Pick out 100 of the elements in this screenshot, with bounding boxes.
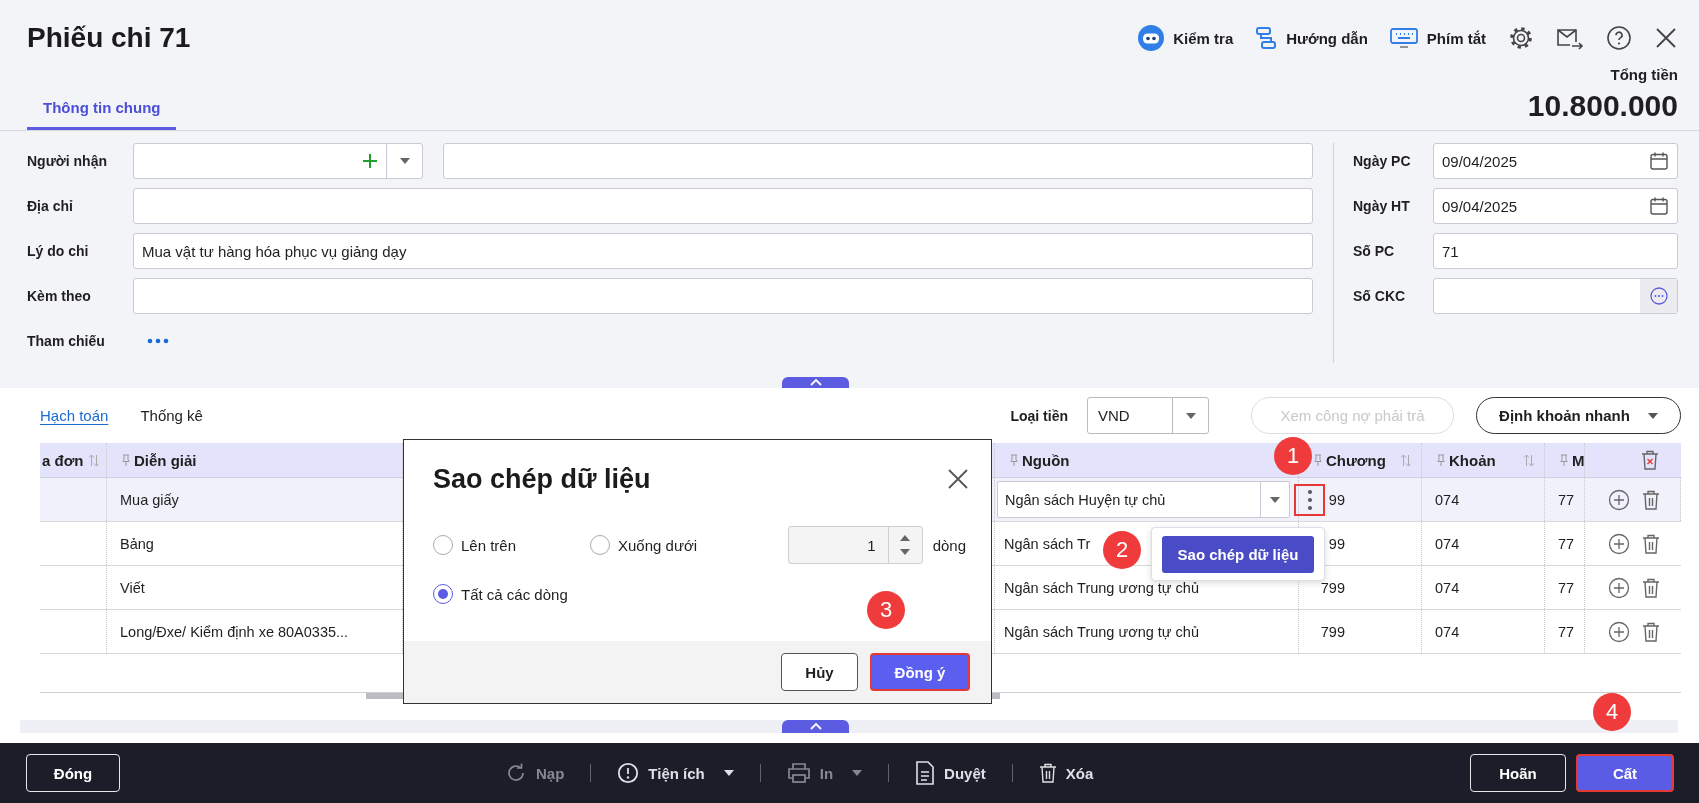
- table-cell-text: 799: [1319, 579, 1345, 596]
- table-cell: 074: [1435, 535, 1460, 552]
- caret-icon[interactable]: [723, 770, 734, 776]
- field-label: Ngày HT: [1353, 198, 1411, 214]
- postpone-button[interactable]: Hoãn: [1470, 754, 1566, 792]
- more-circle-icon[interactable]: [1648, 286, 1669, 306]
- table-cell: 77: [1558, 579, 1575, 596]
- cancel-button[interactable]: Hủy: [781, 653, 858, 691]
- help-icon[interactable]: [1606, 25, 1632, 51]
- close-button[interactable]: Đóng: [26, 754, 120, 792]
- input-field[interactable]: [443, 143, 1313, 179]
- add-row-icon[interactable]: [1608, 576, 1630, 599]
- caret-icon[interactable]: [1270, 496, 1280, 503]
- table-cell: Viết: [120, 579, 145, 596]
- utilities-button[interactable]: Tiện ích: [617, 762, 734, 784]
- table-cell: Mua giấy: [120, 491, 179, 508]
- calendar-icon[interactable]: [1649, 151, 1669, 171]
- spin-up-icon[interactable]: [900, 535, 911, 541]
- caret-icon[interactable]: [399, 158, 410, 164]
- add-row-icon[interactable]: [1608, 620, 1630, 643]
- trash-icon[interactable]: [1642, 533, 1660, 554]
- option-label: Xuống dưới: [618, 536, 698, 554]
- collapse-handle[interactable]: [782, 720, 849, 733]
- quick-entry-button[interactable]: Định khoản nhanh: [1476, 397, 1681, 434]
- spin-down-icon[interactable]: [900, 549, 911, 555]
- radio-button[interactable]: [433, 584, 453, 604]
- more-button[interactable]: [1294, 484, 1325, 516]
- add-row-icon[interactable]: [1608, 532, 1630, 555]
- option-label: Tất cả các dòng: [461, 585, 568, 603]
- caret-icon[interactable]: [1647, 412, 1658, 419]
- chevron-up-icon: [809, 723, 822, 730]
- plus-icon[interactable]: [362, 153, 378, 169]
- field-label: Số PC: [1353, 243, 1396, 259]
- column-header[interactable]: Chương: [1326, 451, 1386, 469]
- table-cell-text: 99: [1327, 535, 1345, 552]
- add-row-icon[interactable]: [1608, 488, 1630, 511]
- column-header[interactable]: M: [1572, 451, 1585, 469]
- field-label: Địa chỉ: [27, 198, 74, 214]
- tab[interactable]: Hạch toán: [40, 407, 109, 424]
- source-dropdown[interactable]: Ngân sách Huyện tự chủ: [997, 481, 1290, 518]
- shortcuts-button[interactable]: Phím tắt: [1389, 27, 1486, 49]
- collapse-handle[interactable]: [782, 377, 849, 388]
- field-label: Tham chiếu: [27, 333, 106, 349]
- delete-button[interactable]: Xóa: [1038, 763, 1094, 783]
- table-cell: 77: [1558, 623, 1575, 640]
- approve-button[interactable]: Duyệt: [915, 761, 986, 785]
- number-field[interactable]: 1: [787, 526, 923, 564]
- confirm-button[interactable]: Đồng ý: [870, 653, 970, 691]
- guide-button[interactable]: Hướng dẫn: [1255, 26, 1368, 50]
- close-icon[interactable]: [1654, 26, 1678, 50]
- table-cell: Long/Đxe/ Kiểm định xe 80A0335...: [120, 623, 349, 640]
- radio-button[interactable]: [433, 535, 453, 555]
- table-cell: Ngân sách Trung ương tự chủ: [1004, 623, 1199, 640]
- input-field[interactable]: [133, 278, 1313, 314]
- picker-field[interactable]: [1433, 278, 1678, 314]
- total-label: Tổng tiền: [1610, 66, 1678, 83]
- combo-field[interactable]: [133, 143, 423, 179]
- input-field[interactable]: Mua vật tư hàng hóa phục vụ giảng dạy: [133, 233, 1313, 269]
- total-amount: 10.800.000: [1527, 88, 1678, 123]
- table-cell: 074: [1435, 579, 1460, 596]
- column-header[interactable]: Khoản: [1449, 451, 1496, 469]
- trash-icon[interactable]: [1642, 621, 1660, 642]
- menu-item[interactable]: Sao chép dữ liệu: [1162, 536, 1314, 573]
- robot-icon: [1138, 25, 1165, 51]
- table-cell: 77: [1558, 491, 1575, 508]
- currency-select[interactable]: VND: [1087, 397, 1209, 434]
- check-button[interactable]: Kiểm tra: [1138, 25, 1234, 51]
- date-field[interactable]: 09/04/2025: [1433, 143, 1678, 179]
- input-field[interactable]: [133, 188, 1313, 224]
- settings-icon[interactable]: [1508, 25, 1534, 51]
- table-cell-text: 799: [1319, 623, 1345, 640]
- close-icon[interactable]: [946, 467, 970, 491]
- radio-button[interactable]: [590, 535, 610, 555]
- field-label: Loại tiền: [1010, 407, 1068, 424]
- more-icon[interactable]: [147, 338, 169, 344]
- field-label: Ngày PC: [1353, 153, 1412, 169]
- unit-label: dòng: [932, 536, 966, 554]
- column-header[interactable]: Diễn giải: [134, 451, 197, 469]
- field-label: Kèm theo: [27, 288, 92, 304]
- dialog-title: Sao chép dữ liệu: [433, 463, 651, 496]
- column-header[interactable]: Nguồn: [1022, 451, 1070, 469]
- table-cell: Bảng: [120, 535, 154, 552]
- table-cell-text: 99: [1327, 491, 1345, 508]
- keyboard-icon: [1389, 27, 1418, 49]
- delete-all-icon[interactable]: [1641, 450, 1659, 470]
- table-cell: 074: [1435, 491, 1460, 508]
- route-icon: [1255, 26, 1278, 50]
- field-label: Số CKC: [1353, 288, 1407, 304]
- input-field[interactable]: 71: [1433, 233, 1678, 269]
- tab[interactable]: Thống kê: [140, 407, 203, 424]
- date-field[interactable]: 09/04/2025: [1433, 188, 1678, 224]
- reload-icon: [505, 762, 527, 784]
- calendar-icon[interactable]: [1649, 196, 1669, 216]
- trash-icon[interactable]: [1642, 577, 1660, 598]
- caret-icon[interactable]: [1185, 412, 1196, 419]
- column-header[interactable]: a đơn: [42, 451, 84, 469]
- printer-icon: [786, 762, 811, 784]
- table-cell: 074: [1435, 623, 1460, 640]
- save-button[interactable]: Cất: [1576, 754, 1674, 792]
- document-icon: [915, 761, 936, 785]
